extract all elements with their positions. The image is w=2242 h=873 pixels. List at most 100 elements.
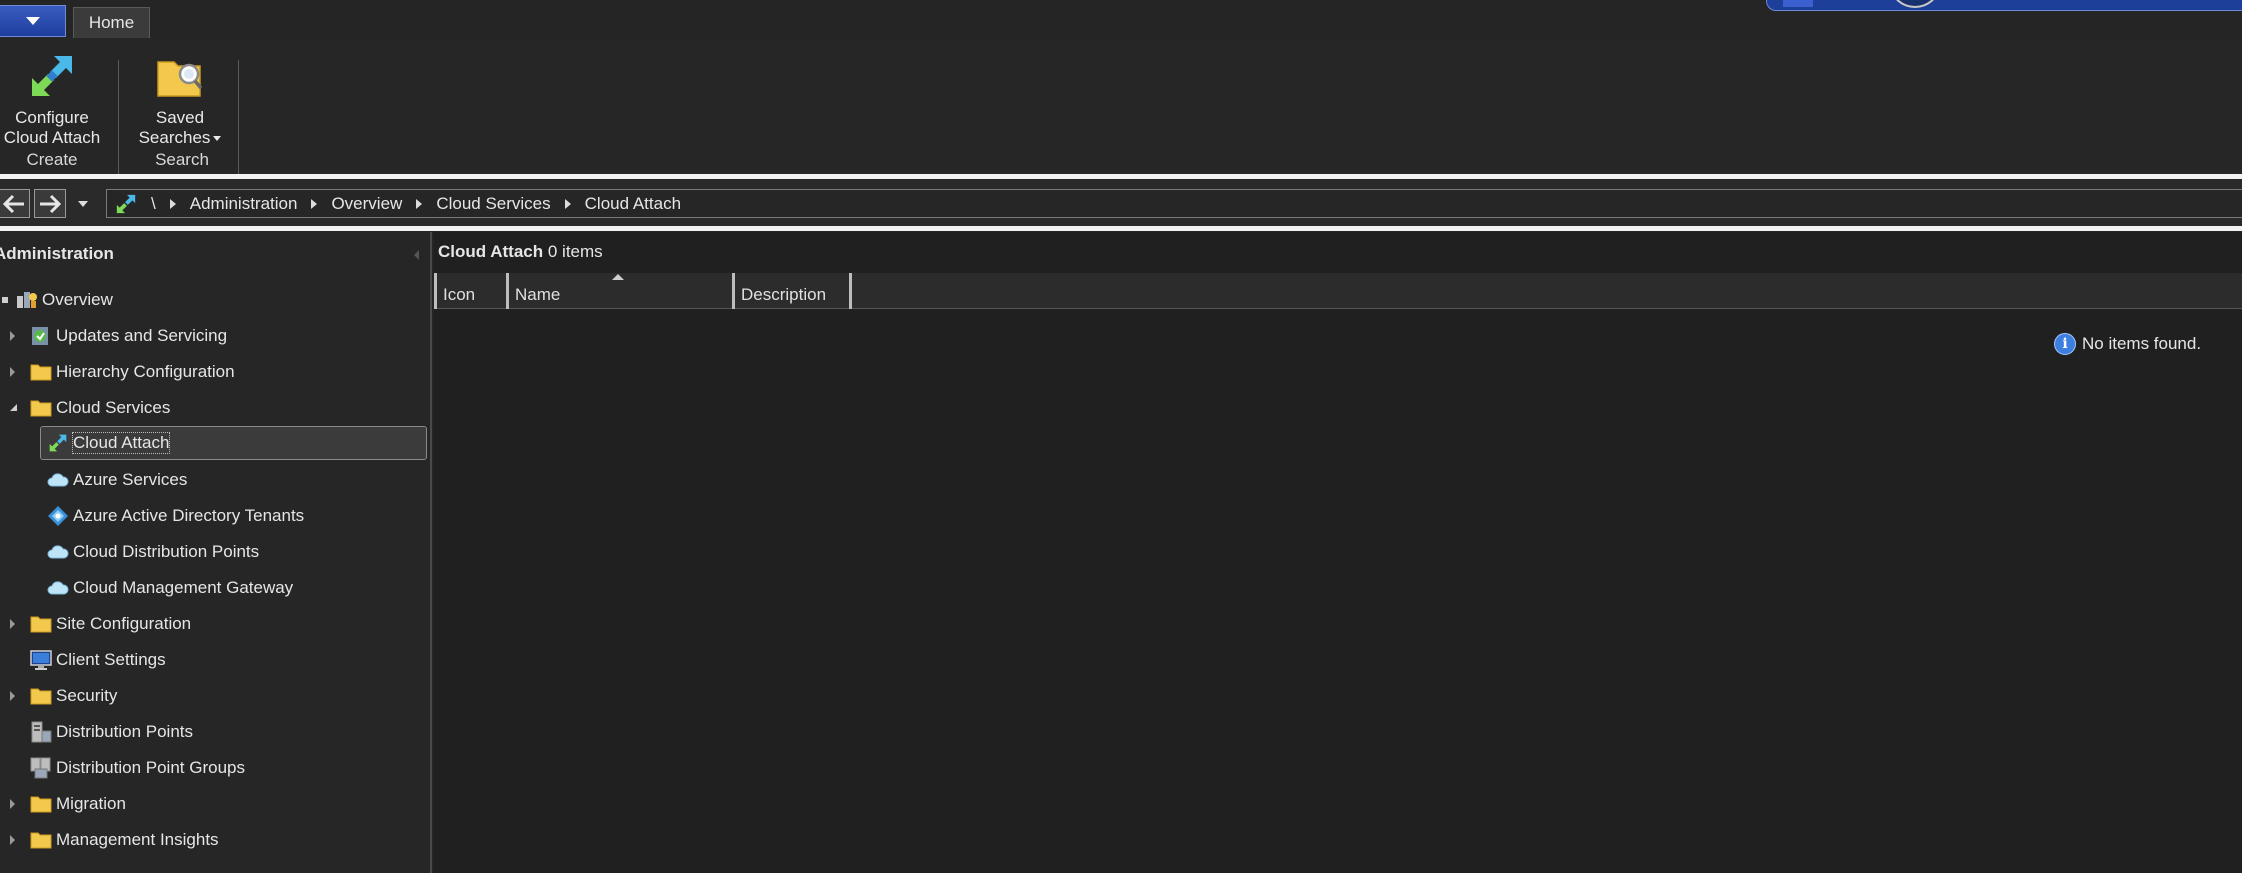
- expand-open-icon[interactable]: [10, 404, 17, 411]
- tree-item-hierarchy-configuration[interactable]: Hierarchy Configuration: [10, 357, 235, 387]
- results-title-name: Cloud Attach: [438, 242, 544, 261]
- arrow-right-icon: [40, 194, 62, 213]
- tree-item-distribution-points[interactable]: Distribution Points: [10, 717, 193, 747]
- tree-item-client-settings[interactable]: Client Settings: [10, 645, 166, 675]
- breadcrumb-separator-icon[interactable]: [311, 198, 318, 209]
- tree-item-site-configuration[interactable]: Site Configuration: [10, 609, 191, 639]
- breadcrumb-overview[interactable]: Overview: [331, 194, 402, 214]
- tree-item-label: Client Settings: [56, 650, 166, 669]
- expand-closed-icon[interactable]: [10, 619, 15, 629]
- tree-item-label: Azure Services: [73, 470, 188, 489]
- saved-search-folder-icon: [157, 61, 203, 97]
- cloud-attach-icon: [116, 194, 136, 213]
- tree-item-cloud-attach[interactable]: Cloud Attach: [40, 426, 427, 460]
- breadcrumb-root[interactable]: \: [151, 194, 156, 214]
- account-area[interactable]: [1766, 0, 2242, 11]
- collapse-pane-icon[interactable]: [414, 250, 419, 260]
- breadcrumb[interactable]: \ Administration Overview Cloud Services…: [106, 189, 2242, 218]
- updates-icon: [30, 326, 52, 346]
- ribbon-separator: [238, 60, 239, 174]
- tree-item-label: Site Configuration: [56, 614, 192, 633]
- folder-icon: [30, 362, 52, 382]
- tab-home[interactable]: Home: [73, 7, 150, 38]
- saved-searches-button[interactable]: Saved Searches: [136, 48, 224, 148]
- results-count: 0 items: [547, 242, 603, 261]
- column-header-label: Description: [741, 285, 827, 304]
- column-header-description[interactable]: Description: [732, 273, 852, 309]
- server-group-icon: [30, 757, 52, 779]
- expand-closed-icon[interactable]: [10, 835, 15, 845]
- tree-item-label: Cloud Management Gateway: [73, 578, 294, 597]
- ribbon-group-create: Create: [26, 150, 78, 169]
- navigation-pane-title-text: Administration: [0, 244, 114, 263]
- expand-closed-icon[interactable]: [10, 367, 15, 377]
- expand-closed-icon[interactable]: [10, 799, 15, 809]
- tree-item-azure-services[interactable]: Azure Services: [47, 465, 187, 495]
- address-bar: \ Administration Overview Cloud Services…: [0, 180, 2242, 226]
- configure-label-line2: Cloud Attach: [3, 128, 101, 147]
- empty-state-message: i No items found.: [2054, 333, 2201, 355]
- cloud-icon: [47, 542, 69, 562]
- folder-icon: [30, 794, 52, 814]
- expand-open-icon[interactable]: [2, 297, 8, 303]
- folder-icon: [30, 830, 52, 850]
- navigation-pane: Administration Overview Updates and Serv…: [0, 232, 432, 873]
- server-icon: [30, 721, 52, 743]
- tree-item-label: Cloud Services: [56, 398, 171, 417]
- tree-item-label: Cloud Distribution Points: [73, 542, 260, 561]
- tree-item-label: Management Insights: [56, 830, 219, 849]
- breadcrumb-administration[interactable]: Administration: [190, 194, 298, 214]
- overview-icon: [16, 290, 38, 310]
- monitor-icon: [30, 650, 52, 670]
- folder-icon: [30, 398, 52, 418]
- tree-item-distribution-point-groups[interactable]: Distribution Point Groups: [10, 753, 245, 783]
- sort-ascending-icon: [612, 274, 624, 280]
- tree-item-label: Distribution Point Groups: [56, 758, 245, 777]
- expand-closed-icon[interactable]: [10, 331, 15, 341]
- tree-item-label: Migration: [56, 794, 126, 813]
- account-square-icon: [1783, 0, 1813, 7]
- divider: [0, 226, 2242, 231]
- ribbon: Configure Cloud Attach Saved Searches Cr…: [0, 38, 2242, 174]
- dropdown-caret-icon: [213, 136, 222, 142]
- cloud-icon: [47, 470, 69, 490]
- tree-item-azure-ad-tenants[interactable]: Azure Active Directory Tenants: [47, 501, 304, 531]
- column-header-icon[interactable]: Icon: [434, 273, 506, 309]
- tree-item-updates-and-servicing[interactable]: Updates and Servicing: [10, 321, 227, 351]
- column-header-bar: Icon Name Description: [434, 273, 2242, 309]
- breadcrumb-separator-icon[interactable]: [169, 198, 176, 209]
- configure-cloud-attach-button[interactable]: Configure Cloud Attach: [0, 48, 104, 148]
- azure-ad-icon: [47, 506, 69, 526]
- results-title: Cloud Attach 0 items: [438, 242, 603, 262]
- tree-item-cloud-management-gateway[interactable]: Cloud Management Gateway: [47, 573, 293, 603]
- tree-item-migration[interactable]: Migration: [10, 789, 126, 819]
- breadcrumb-cloud-services[interactable]: Cloud Services: [436, 194, 550, 214]
- application-menu-button[interactable]: [0, 5, 66, 37]
- info-icon: i: [2054, 333, 2076, 355]
- cloud-attach-icon: [32, 56, 72, 96]
- tree-item-label: Azure Active Directory Tenants: [73, 506, 305, 525]
- ribbon-group-search: Search: [155, 150, 209, 169]
- tree-item-management-insights[interactable]: Management Insights: [10, 825, 219, 855]
- cloud-attach-icon: [47, 433, 69, 453]
- history-dropdown-icon[interactable]: [78, 201, 88, 207]
- tree-item-label: Updates and Servicing: [56, 326, 228, 345]
- forward-button[interactable]: [34, 189, 66, 218]
- saved-label-line2: Searches: [138, 128, 211, 147]
- divider: [0, 174, 2242, 179]
- tree-item-cloud-distribution-points[interactable]: Cloud Distribution Points: [47, 537, 259, 567]
- expand-closed-icon[interactable]: [10, 691, 15, 701]
- ribbon-separator: [118, 60, 119, 174]
- saved-label-line1: Saved: [155, 108, 205, 127]
- tree-item-overview[interactable]: Overview: [0, 285, 113, 315]
- breadcrumb-separator-icon[interactable]: [564, 198, 571, 209]
- breadcrumb-cloud-attach[interactable]: Cloud Attach: [585, 194, 681, 214]
- configure-label-line1: Configure: [15, 108, 89, 127]
- tree-item-cloud-services[interactable]: Cloud Services: [10, 393, 170, 423]
- column-header-label: Icon: [443, 285, 476, 304]
- back-button[interactable]: [0, 189, 30, 218]
- tree-item-security[interactable]: Security: [10, 681, 117, 711]
- tree-item-label: Hierarchy Configuration: [56, 362, 235, 381]
- cloud-icon: [47, 578, 69, 598]
- breadcrumb-separator-icon[interactable]: [416, 198, 423, 209]
